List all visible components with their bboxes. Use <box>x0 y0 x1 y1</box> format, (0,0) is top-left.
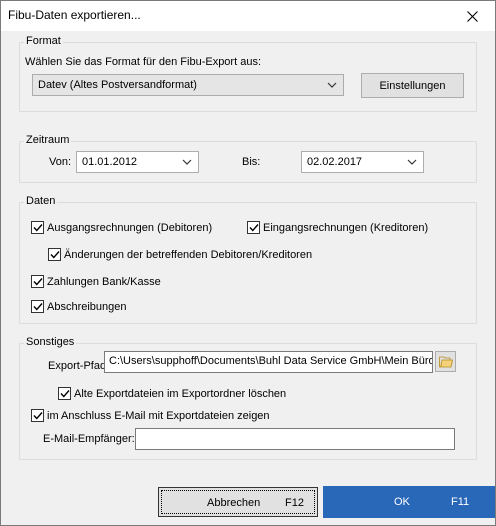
format-selected-value: Datev (Altes Postversandformat) <box>38 79 197 91</box>
checkmark-icon <box>32 412 43 420</box>
empfaenger-label: E-Mail-Empfänger: <box>43 433 135 445</box>
checkbox-box <box>31 409 44 422</box>
email-anzeigen-checkbox[interactable]: im Anschluss E-Mail mit Exportdateien ze… <box>31 409 270 422</box>
close-button[interactable] <box>449 1 495 31</box>
format-instruction: Wählen Sie das Format für den Fibu-Expor… <box>25 56 261 68</box>
checkbox-box <box>31 221 44 234</box>
title-bar: Fibu-Daten exportieren... <box>1 1 495 31</box>
checkbox-box <box>247 221 260 234</box>
checkmark-icon <box>32 303 43 311</box>
export-pfad-field[interactable]: C:\Users\supphoff\Documents\Buhl Data Se… <box>104 351 433 373</box>
settings-button-label: Einstellungen <box>379 79 446 92</box>
close-icon <box>466 10 478 22</box>
window-title: Fibu-Daten exportieren... <box>8 8 141 22</box>
folder-icon <box>438 356 453 367</box>
abschreibungen-checkbox[interactable]: Abschreibungen <box>31 300 127 313</box>
checkmark-icon <box>248 224 259 232</box>
checkbox-box <box>48 248 61 261</box>
settings-button[interactable]: Einstellungen <box>361 73 464 98</box>
checkbox-box <box>31 275 44 288</box>
zahlungen-label: Zahlungen Bank/Kasse <box>47 275 161 288</box>
ausgangsrechnungen-label: Ausgangsrechnungen (Debitoren) <box>47 221 213 234</box>
checkmark-icon <box>32 278 43 286</box>
checkbox-box <box>58 387 71 400</box>
sonstiges-legend: Sonstiges <box>24 336 77 348</box>
checkbox-box <box>31 300 44 313</box>
empfaenger-field[interactable] <box>135 428 455 450</box>
checkmark-icon <box>32 224 43 232</box>
checkmark-icon <box>59 390 70 398</box>
bis-date-picker[interactable]: 02.02.2017 <box>301 151 424 173</box>
bis-date-value: 02.02.2017 <box>307 156 363 168</box>
bis-label: Bis: <box>242 156 261 168</box>
cancel-button-label: Abbrechen <box>207 497 261 509</box>
dialog-window: Fibu-Daten exportieren... Format Wählen … <box>0 0 496 526</box>
von-label: Von: <box>49 156 72 168</box>
zahlungen-checkbox[interactable]: Zahlungen Bank/Kasse <box>31 275 161 288</box>
eingangsrechnungen-checkbox[interactable]: Eingangsrechnungen (Kreditoren) <box>247 221 428 234</box>
cancel-shortcut-key: F12 <box>285 497 304 509</box>
chevron-down-icon <box>182 159 192 165</box>
alte-exportdateien-label: Alte Exportdateien im Exportordner lösch… <box>74 387 287 400</box>
ausgangsrechnungen-checkbox[interactable]: Ausgangsrechnungen (Debitoren) <box>31 221 212 234</box>
aenderungen-checkbox[interactable]: Änderungen der betreffenden Debitoren/Kr… <box>48 248 312 261</box>
von-date-value: 01.01.2012 <box>82 156 138 168</box>
checkmark-icon <box>49 251 60 259</box>
aenderungen-label: Änderungen der betreffenden Debitoren/Kr… <box>64 248 313 261</box>
zeitraum-legend: Zeitraum <box>24 134 72 146</box>
ok-button[interactable]: OK F11 <box>323 486 495 518</box>
export-pfad-label: Export-Pfad: <box>48 360 110 372</box>
browse-folder-button[interactable] <box>435 351 456 372</box>
abschreibungen-label: Abschreibungen <box>47 300 127 313</box>
eingangsrechnungen-label: Eingangsrechnungen (Kreditoren) <box>263 221 429 234</box>
von-date-picker[interactable]: 01.01.2012 <box>76 151 199 173</box>
format-legend: Format <box>24 35 63 47</box>
cancel-button[interactable]: Abbrechen F12 <box>158 487 318 517</box>
ok-button-label: OK <box>394 496 410 508</box>
alte-exportdateien-checkbox[interactable]: Alte Exportdateien im Exportordner lösch… <box>58 387 286 400</box>
chevron-down-icon <box>327 82 337 88</box>
daten-legend: Daten <box>24 195 58 207</box>
format-select[interactable]: Datev (Altes Postversandformat) <box>32 74 344 96</box>
ok-shortcut-key: F11 <box>451 496 470 508</box>
email-anzeigen-label: im Anschluss E-Mail mit Exportdateien ze… <box>47 409 270 422</box>
chevron-down-icon <box>407 159 417 165</box>
